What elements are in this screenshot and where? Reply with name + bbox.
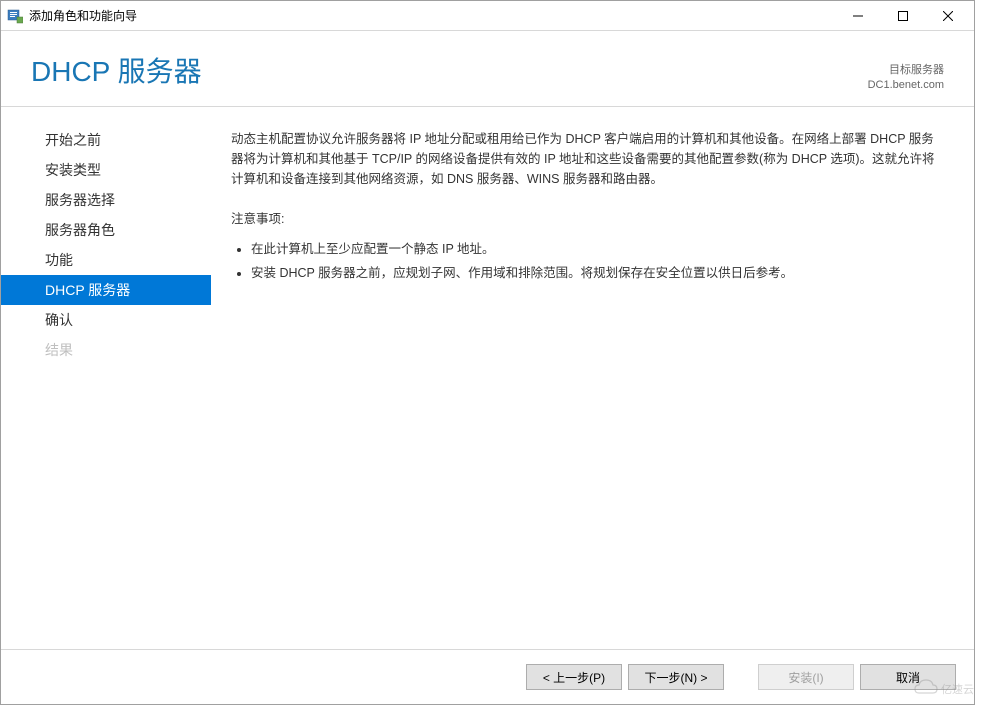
target-server-info: 目标服务器 DC1.benet.com	[868, 57, 944, 94]
window-title: 添加角色和功能向导	[29, 7, 835, 24]
sidebar-item-features[interactable]: 功能	[1, 245, 211, 275]
sidebar-item-server-selection[interactable]: 服务器选择	[1, 185, 211, 215]
cancel-button[interactable]: 取消	[860, 664, 956, 690]
target-server-value: DC1.benet.com	[868, 78, 944, 93]
note-item: 安装 DHCP 服务器之前，应规划子网、作用域和排除范围。将规划保存在安全位置以…	[251, 263, 944, 283]
content-pane: 动态主机配置协议允许服务器将 IP 地址分配或租用给已作为 DHCP 客户端启用…	[211, 107, 974, 649]
target-server-label: 目标服务器	[868, 63, 944, 78]
wizard-window: 添加角色和功能向导 DHCP 服务器 目标服务器 DC1.benet.com 开…	[0, 0, 975, 705]
page-title: DHCP 服务器	[31, 57, 202, 88]
window-controls	[835, 1, 970, 30]
body: 开始之前 安装类型 服务器选择 服务器角色 功能 DHCP 服务器 确认 结果 …	[1, 107, 974, 649]
install-button: 安装(I)	[758, 664, 854, 690]
sidebar-item-confirmation[interactable]: 确认	[1, 305, 211, 335]
sidebar: 开始之前 安装类型 服务器选择 服务器角色 功能 DHCP 服务器 确认 结果	[1, 107, 211, 649]
sidebar-item-dhcp-server[interactable]: DHCP 服务器	[1, 275, 211, 305]
minimize-button[interactable]	[835, 1, 880, 30]
app-icon	[7, 8, 23, 24]
sidebar-item-server-roles[interactable]: 服务器角色	[1, 215, 211, 245]
notes-heading: 注意事项:	[231, 209, 944, 229]
sidebar-item-installation-type[interactable]: 安装类型	[1, 155, 211, 185]
close-button[interactable]	[925, 1, 970, 30]
note-item: 在此计算机上至少应配置一个静态 IP 地址。	[251, 239, 944, 259]
sidebar-item-before-you-begin[interactable]: 开始之前	[1, 125, 211, 155]
footer: < 上一步(P) 下一步(N) > 安装(I) 取消	[1, 649, 974, 704]
notes-list: 在此计算机上至少应配置一个静态 IP 地址。 安装 DHCP 服务器之前，应规划…	[231, 239, 944, 283]
header: DHCP 服务器 目标服务器 DC1.benet.com	[1, 31, 974, 107]
next-button[interactable]: 下一步(N) >	[628, 664, 724, 690]
sidebar-item-results: 结果	[1, 335, 211, 365]
maximize-button[interactable]	[880, 1, 925, 30]
footer-spacer	[730, 664, 752, 690]
description-text: 动态主机配置协议允许服务器将 IP 地址分配或租用给已作为 DHCP 客户端启用…	[231, 129, 944, 189]
titlebar: 添加角色和功能向导	[1, 1, 974, 31]
previous-button[interactable]: < 上一步(P)	[526, 664, 622, 690]
